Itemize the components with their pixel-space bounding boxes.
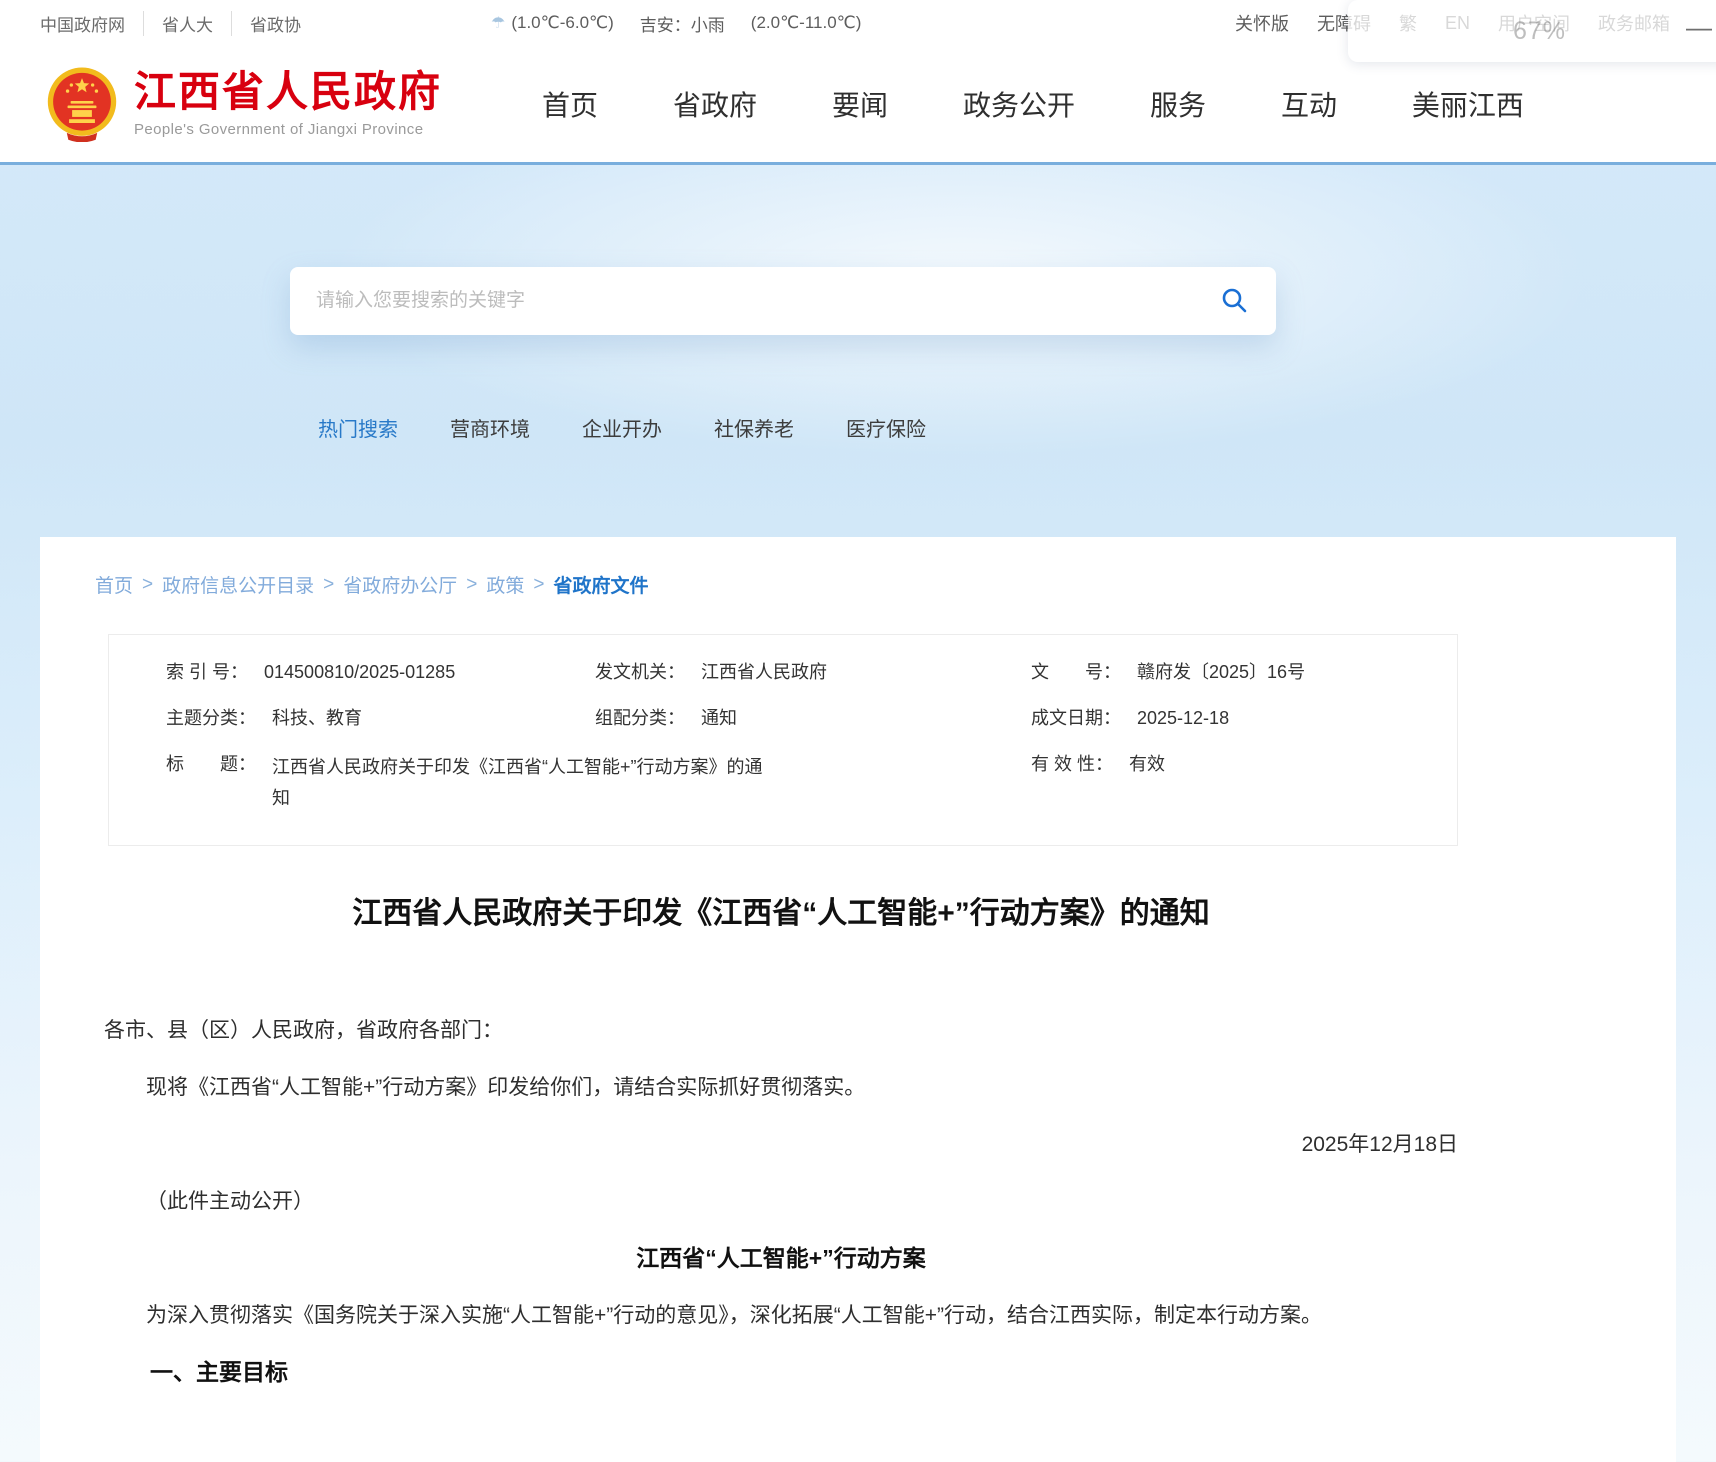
search-button[interactable] bbox=[1208, 278, 1260, 325]
nav-item-home[interactable]: 首页 bbox=[542, 84, 598, 124]
breadcrumb-general-office[interactable]: 省政府办公厅 bbox=[343, 571, 457, 598]
document-section-1-heading: 一、主要目标 bbox=[104, 1344, 1458, 1401]
search-icon bbox=[1220, 286, 1248, 314]
document-paragraph-1: 现将《江西省“人工智能+”行动方案》印发给你们，请结合实际抓好贯彻落实。 bbox=[104, 1059, 1458, 1116]
weather-city: 吉安：小雨 bbox=[640, 11, 725, 36]
hero-section: 热门搜索 营商环境 企业开办 社保养老 医疗保险 bbox=[0, 165, 1716, 537]
hot-search-item-business[interactable]: 营商环境 bbox=[450, 413, 530, 442]
nav-item-beautiful-jiangxi[interactable]: 美丽江西 bbox=[1412, 84, 1524, 124]
topbar-link-cppcc[interactable]: 省政协 bbox=[231, 11, 319, 36]
search-input[interactable] bbox=[316, 290, 1208, 312]
weather-range-1: (1.0℃-6.0℃) bbox=[511, 13, 613, 33]
document-title: 江西省人民政府关于印发《江西省“人工智能+”行动方案》的通知 bbox=[104, 892, 1458, 936]
site-name: 江西省人民政府 bbox=[134, 70, 442, 116]
meta-docnum: 文 号： 赣府发〔2025〕16号 bbox=[1031, 649, 1457, 695]
weather-range-2: (2.0℃-11.0℃) bbox=[751, 13, 862, 33]
site-logo[interactable]: 江西省人民政府 People's Government of Jiangxi P… bbox=[44, 66, 442, 142]
hot-search-label: 热门搜索 bbox=[318, 413, 398, 442]
meta-validity-label: 有 效 性： bbox=[1031, 754, 1113, 774]
meta-topic-value: 科技、教育 bbox=[272, 708, 362, 728]
meta-date: 成文日期： 2025-12-18 bbox=[1031, 695, 1457, 741]
meta-index: 索 引 号： 014500810/2025-01285 bbox=[109, 649, 595, 695]
meta-group-label: 组配分类： bbox=[595, 708, 685, 728]
breadcrumb-policy[interactable]: 政策 bbox=[486, 571, 524, 598]
content-card: 首页 > 政府信息公开目录 > 省政府办公厅 > 政策 > 省政府文件 索 引 … bbox=[40, 537, 1676, 1462]
zoom-out-button[interactable]: — bbox=[1686, 12, 1712, 43]
meta-topic-label: 主题分类： bbox=[166, 708, 256, 728]
topbar-link-china-gov[interactable]: 中国政府网 bbox=[40, 11, 143, 36]
document-content: 江西省人民政府关于印发《江西省“人工智能+”行动方案》的通知 各市、县（区）人民… bbox=[104, 892, 1458, 1401]
nav-item-interaction[interactable]: 互动 bbox=[1281, 84, 1337, 124]
meta-title: 标 题： 江西省人民政府关于印发《江西省“人工智能+”行动方案》的通知 bbox=[109, 741, 1031, 825]
meta-group-value: 通知 bbox=[701, 708, 737, 728]
meta-title-value: 江西省人民政府关于印发《江西省“人工智能+”行动方案》的通知 bbox=[272, 752, 772, 814]
breadcrumb-separator: > bbox=[533, 574, 544, 596]
topbar-link-care-version[interactable]: 关怀版 bbox=[1235, 10, 1289, 36]
document-date: 2025年12月18日 bbox=[104, 1116, 1458, 1173]
meta-index-value: 014500810/2025-01285 bbox=[264, 662, 455, 682]
breadcrumb: 首页 > 政府信息公开目录 > 省政府办公厅 > 政策 > 省政府文件 bbox=[95, 571, 1676, 598]
document-subtitle: 江西省“人工智能+”行动方案 bbox=[104, 1230, 1458, 1287]
hot-search-item-startup[interactable]: 企业开办 bbox=[582, 413, 662, 442]
meta-topic: 主题分类： 科技、教育 bbox=[109, 695, 595, 741]
zoom-level-value: 67% bbox=[1513, 17, 1566, 46]
logo-text: 江西省人民政府 People's Government of Jiangxi P… bbox=[134, 70, 442, 137]
site-name-english: People's Government of Jiangxi Province bbox=[134, 121, 442, 138]
site-header: 江西省人民政府 People's Government of Jiangxi P… bbox=[0, 46, 1716, 165]
meta-validity: 有 效 性： 有效 bbox=[1031, 741, 1457, 825]
document-body: 各市、县（区）人民政府，省政府各部门： 现将《江西省“人工智能+”行动方案》印发… bbox=[104, 1002, 1458, 1401]
document-meta-table: 索 引 号：014500810/2025-01285 发文机关：江西省人民政府 … bbox=[108, 634, 1458, 846]
meta-title-label: 标 题： bbox=[166, 754, 256, 774]
hot-search-item-social-security[interactable]: 社保养老 bbox=[714, 413, 794, 442]
breadcrumb-info-catalog[interactable]: 政府信息公开目录 bbox=[162, 571, 314, 598]
main-nav: 首页 省政府 要闻 政务公开 服务 互动 美丽江西 bbox=[542, 84, 1524, 124]
meta-validity-value: 有效 bbox=[1129, 754, 1165, 774]
breadcrumb-home[interactable]: 首页 bbox=[95, 571, 133, 598]
breadcrumb-current[interactable]: 省政府文件 bbox=[554, 571, 649, 598]
topbar-left-links: 中国政府网 省人大 省政协 bbox=[40, 11, 319, 36]
nav-item-services[interactable]: 服务 bbox=[1150, 84, 1206, 124]
browser-zoom-popup: 67% — bbox=[1348, 0, 1716, 62]
breadcrumb-separator: > bbox=[142, 574, 153, 596]
document-public-note: （此件主动公开） bbox=[104, 1173, 1458, 1230]
meta-issuer-label: 发文机关： bbox=[595, 662, 685, 682]
meta-date-label: 成文日期： bbox=[1031, 708, 1121, 728]
national-emblem-icon bbox=[44, 66, 120, 142]
weather-icon: ☂ bbox=[491, 13, 505, 33]
meta-docnum-label: 文 号： bbox=[1031, 662, 1121, 682]
nav-item-provincial-gov[interactable]: 省政府 bbox=[673, 84, 757, 124]
meta-group: 组配分类： 通知 bbox=[595, 695, 1031, 741]
breadcrumb-separator: > bbox=[466, 574, 477, 596]
document-salutation: 各市、县（区）人民政府，省政府各部门： bbox=[104, 1002, 1458, 1059]
hot-search-item-medical[interactable]: 医疗保险 bbox=[846, 413, 926, 442]
meta-issuer: 发文机关： 江西省人民政府 bbox=[595, 649, 1031, 695]
nav-item-gov-affairs[interactable]: 政务公开 bbox=[963, 84, 1075, 124]
meta-issuer-value: 江西省人民政府 bbox=[701, 662, 827, 682]
meta-index-label: 索 引 号： bbox=[166, 662, 248, 682]
document-paragraph-2: 为深入贯彻落实《国务院关于深入实施“人工智能+”行动的意见》，深化拓展“人工智能… bbox=[104, 1287, 1458, 1344]
nav-item-news[interactable]: 要闻 bbox=[832, 84, 888, 124]
topbar-link-provincial-congress[interactable]: 省人大 bbox=[143, 11, 231, 36]
search-box bbox=[290, 267, 1276, 335]
breadcrumb-separator: > bbox=[323, 574, 334, 596]
weather-widget: ☂ (1.0℃-6.0℃) 吉安：小雨 (2.0℃-11.0℃) bbox=[491, 11, 887, 36]
hot-search-row: 热门搜索 营商环境 企业开办 社保养老 医疗保险 bbox=[318, 413, 978, 442]
meta-date-value: 2025-12-18 bbox=[1137, 708, 1229, 728]
meta-docnum-value: 赣府发〔2025〕16号 bbox=[1137, 662, 1305, 682]
